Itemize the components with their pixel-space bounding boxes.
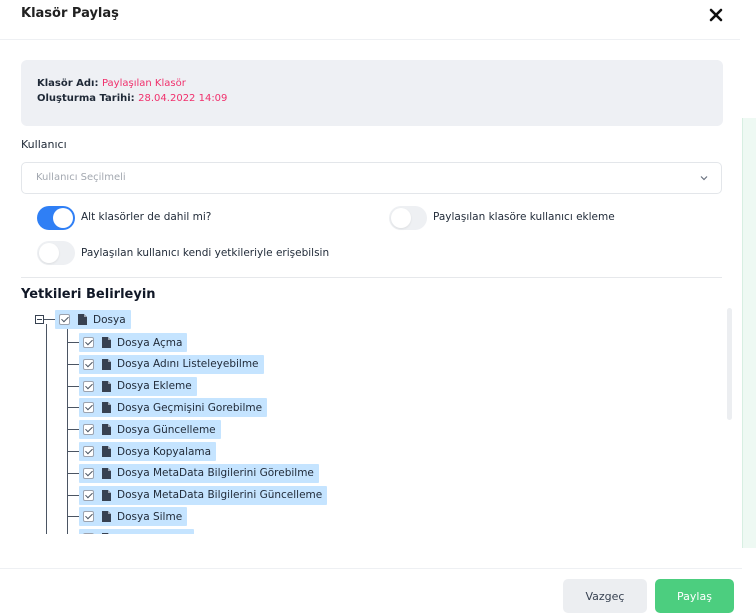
tree-connector (67, 451, 79, 452)
tree-connector (67, 516, 79, 518)
share-button[interactable]: Paylaş (655, 579, 734, 613)
document-icon (102, 402, 111, 414)
user-field-label: Kullanıcı (21, 138, 67, 151)
tree-connector (67, 472, 79, 474)
modal-title: Klasör Paylaş (21, 6, 119, 21)
checkbox-checked-icon[interactable] (83, 402, 94, 414)
folder-name-label: Klasör Adı: (37, 78, 99, 89)
background-panel-edge (742, 118, 756, 548)
document-icon (102, 424, 111, 436)
own-permissions-toggle-label: Paylaşılan kullanıcı kendi yetkileriyle … (81, 247, 330, 259)
tree-node[interactable]: Dosya Kopyalama (79, 442, 217, 461)
checkbox-checked-icon[interactable] (83, 358, 94, 370)
document-icon (78, 314, 87, 325)
folder-name-value: Paylaşılan Klasör (101, 78, 186, 89)
tree-connector (67, 407, 79, 409)
subfolders-toggle-label: Alt klasörler de dahil mi? (81, 211, 212, 223)
tree-node-label: Dosya Güncelleme (117, 423, 216, 436)
checkbox-checked-icon[interactable] (83, 380, 94, 392)
tree-connector (44, 319, 55, 320)
folder-date-value: 28.04.2022 14:09 (138, 93, 228, 104)
tree-node[interactable]: Dosya Silme (79, 507, 188, 527)
checkbox-checked-icon[interactable] (83, 533, 94, 534)
tree-node[interactable]: Dosya Açma (79, 333, 188, 352)
document-icon (102, 533, 109, 534)
cancel-button[interactable]: Vazgeç (563, 579, 647, 613)
tree-node[interactable]: Dosya MetaData Bilgilerini Görebilme (79, 463, 319, 483)
tree-node-label: Dosya (93, 313, 126, 326)
checkbox-checked-icon[interactable] (83, 446, 94, 457)
tree-node[interactable] (79, 529, 194, 534)
toggle-knob (53, 208, 73, 228)
user-select[interactable]: Kullanıcı Seçilmeli (21, 162, 722, 194)
document-icon (102, 446, 111, 457)
toggle-knob (391, 208, 411, 228)
user-select-placeholder: Kullanıcı Seçilmeli (36, 172, 126, 183)
scrollbar[interactable] (727, 308, 732, 420)
tree-node-root[interactable]: Dosya (55, 310, 131, 329)
tree-connector (67, 342, 79, 343)
tree-connector (67, 363, 79, 365)
tree-guide-line (67, 329, 68, 534)
tree-node[interactable]: Dosya Adını Listeleyebilme (79, 354, 264, 374)
checkbox-checked-icon[interactable] (83, 424, 94, 436)
checkbox-checked-icon[interactable] (83, 511, 94, 523)
tree-node-label: Dosya Ekleme (117, 380, 192, 393)
chevron-down-icon (700, 176, 708, 181)
tree-node-label: Dosya Silme (117, 510, 183, 523)
subfolders-toggle[interactable] (37, 206, 75, 230)
document-icon (102, 467, 111, 479)
document-icon (102, 489, 111, 501)
tree-node-label: Dosya Kopyalama (117, 445, 212, 458)
document-icon (102, 511, 111, 523)
toggle-knob (39, 243, 59, 263)
tree-node[interactable]: Dosya Ekleme (79, 376, 197, 396)
close-icon (709, 8, 723, 22)
folder-date-line: Oluşturma Tarihi: 28.04.2022 14:09 (37, 93, 227, 104)
checkbox-checked-icon[interactable] (83, 337, 94, 348)
tree-connector (67, 385, 79, 387)
close-button[interactable] (705, 4, 727, 26)
tree-node-label: Dosya MetaData Bilgilerini Görebilme (117, 467, 314, 480)
checkbox-checked-icon[interactable] (59, 314, 70, 325)
add-user-toggle-label: Paylaşılan klasöre kullanıcı ekleme (433, 211, 615, 223)
folder-info-box: Klasör Adı: Paylaşılan Klasör Oluşturma … (21, 60, 723, 126)
tree-node-label: Dosya Adını Listeleyebilme (117, 358, 259, 371)
checkbox-checked-icon[interactable] (83, 489, 94, 501)
tree-node[interactable]: Dosya MetaData Bilgilerini Güncelleme (79, 485, 328, 505)
tree-node[interactable]: Dosya Güncelleme (79, 420, 221, 440)
tree-node-label: Dosya Geçmişini Gorebilme (117, 401, 263, 414)
tree-node-label: Dosya Açma (117, 336, 183, 349)
divider (21, 277, 722, 278)
tree-connector (67, 494, 79, 496)
permissions-tree[interactable]: Dosya Dosya Açma Dosya Adını Listeleyebil… (21, 308, 731, 534)
tree-connector (67, 429, 79, 431)
checkbox-checked-icon[interactable] (83, 467, 94, 479)
document-icon (102, 380, 111, 392)
folder-name-line: Klasör Adı: Paylaşılan Klasör (37, 78, 186, 89)
footer-divider (0, 568, 742, 569)
permissions-title: Yetkileri Belirleyin (21, 287, 156, 302)
modal-header: Klasör Paylaş (0, 0, 740, 40)
document-icon (102, 358, 111, 370)
folder-date-label: Oluşturma Tarihi: (37, 93, 135, 104)
tree-node-label: Dosya MetaData Bilgilerini Güncelleme (117, 489, 323, 502)
add-user-toggle[interactable] (389, 206, 427, 230)
tree-guide-line (46, 324, 47, 534)
document-icon (102, 337, 111, 348)
tree-node[interactable]: Dosya Geçmişini Gorebilme (79, 398, 268, 418)
own-permissions-toggle[interactable] (37, 241, 75, 265)
collapse-toggle-icon[interactable] (35, 315, 44, 324)
